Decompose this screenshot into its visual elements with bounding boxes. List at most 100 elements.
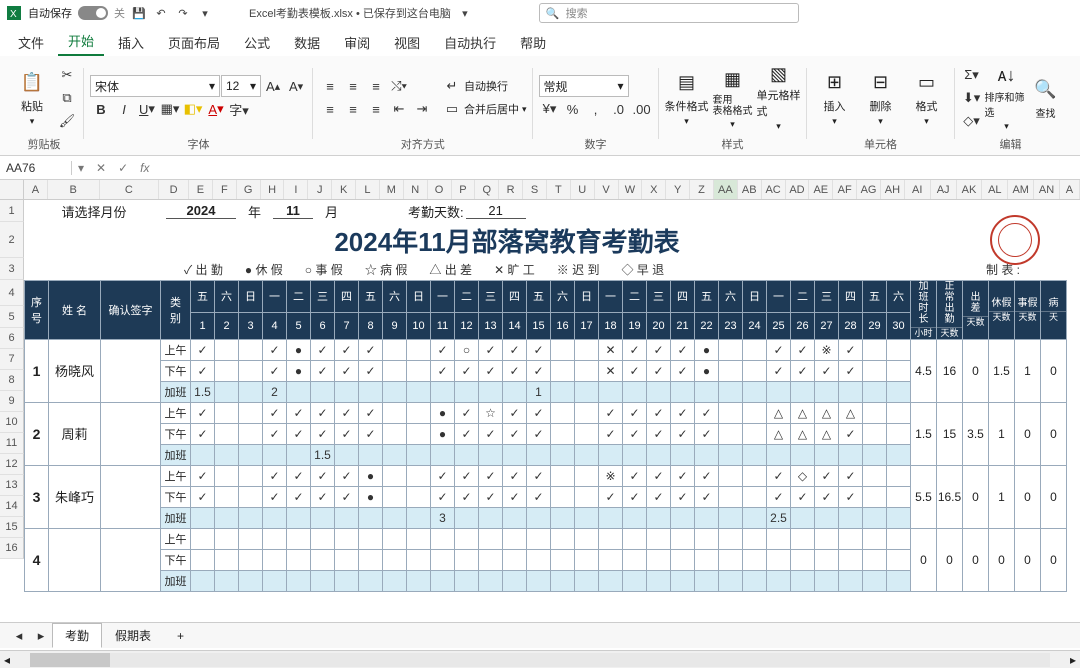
cell[interactable]: ✓	[479, 486, 503, 507]
cell[interactable]	[815, 381, 839, 402]
cell[interactable]	[551, 423, 575, 444]
cell[interactable]: 3	[431, 507, 455, 528]
cell[interactable]: ✓	[335, 423, 359, 444]
name-box[interactable]: AA76	[0, 161, 72, 175]
col-header[interactable]: E	[189, 180, 213, 199]
cell[interactable]: ✓	[287, 486, 311, 507]
cell[interactable]	[719, 549, 743, 570]
cell[interactable]: ✓	[839, 423, 863, 444]
row-header[interactable]: 4	[0, 280, 24, 306]
undo-icon[interactable]: ↶	[153, 5, 169, 21]
cell[interactable]: ✓	[623, 486, 647, 507]
cell[interactable]	[239, 549, 263, 570]
delete-cells-button[interactable]: ⊟删除▾	[859, 64, 903, 132]
cell[interactable]	[479, 549, 503, 570]
cell[interactable]	[863, 549, 887, 570]
cell[interactable]: ✓	[791, 486, 815, 507]
sheet-nav-next-icon[interactable]: ▸	[30, 625, 52, 647]
col-header[interactable]: S	[523, 180, 547, 199]
col-header[interactable]: C	[100, 180, 160, 199]
tab-插入[interactable]: 插入	[108, 27, 154, 56]
cell[interactable]	[503, 507, 527, 528]
cell[interactable]	[887, 339, 911, 360]
cell[interactable]: ※	[815, 339, 839, 360]
font-color-button[interactable]: A▾	[205, 98, 227, 120]
tab-视图[interactable]: 视图	[384, 27, 430, 56]
cell[interactable]	[719, 381, 743, 402]
cell[interactable]: ✓	[335, 339, 359, 360]
cell[interactable]: ●	[695, 360, 719, 381]
col-header[interactable]: K	[332, 180, 356, 199]
align-middle-icon[interactable]: ≡	[342, 75, 364, 97]
cell[interactable]	[551, 465, 575, 486]
copy-icon[interactable]: ⧉	[56, 87, 78, 109]
cell[interactable]	[215, 528, 239, 549]
cell[interactable]	[407, 486, 431, 507]
cell[interactable]	[407, 465, 431, 486]
cell[interactable]	[215, 486, 239, 507]
cell-sum[interactable]: 16.5	[937, 465, 963, 528]
cell-sum[interactable]: 3.5	[963, 402, 989, 465]
col-header[interactable]: AB	[738, 180, 762, 199]
cell[interactable]	[863, 570, 887, 591]
cell[interactable]: ✓	[527, 465, 551, 486]
orientation-icon[interactable]: ⤭▾	[388, 75, 410, 97]
cell[interactable]: △	[839, 402, 863, 423]
cell[interactable]: ✓	[359, 339, 383, 360]
align-center-icon[interactable]: ≡	[342, 98, 364, 120]
cell[interactable]	[575, 339, 599, 360]
cell[interactable]	[359, 549, 383, 570]
cell[interactable]: ✓	[191, 339, 215, 360]
cell-type[interactable]: 上午	[161, 528, 191, 549]
cell[interactable]	[383, 486, 407, 507]
cell[interactable]	[287, 528, 311, 549]
cell-type[interactable]: 上午	[161, 339, 191, 360]
cell[interactable]	[695, 507, 719, 528]
cell[interactable]: ✓	[311, 486, 335, 507]
cell[interactable]: ✓	[671, 402, 695, 423]
cell[interactable]: ◇	[791, 465, 815, 486]
cell[interactable]	[335, 570, 359, 591]
cell-type[interactable]: 下午	[161, 423, 191, 444]
cell[interactable]	[287, 549, 311, 570]
indent-increase-icon[interactable]: ⇥	[411, 98, 433, 120]
cell-sum[interactable]: 1	[1015, 339, 1041, 402]
cell[interactable]: ✓	[671, 465, 695, 486]
cell[interactable]: ✓	[191, 402, 215, 423]
cell-sign[interactable]	[101, 528, 161, 591]
cell[interactable]: ✓	[455, 402, 479, 423]
cell[interactable]: ✓	[695, 402, 719, 423]
cell[interactable]	[503, 549, 527, 570]
cell[interactable]: ✓	[503, 402, 527, 423]
cell[interactable]	[647, 381, 671, 402]
col-header[interactable]: AF	[833, 180, 857, 199]
cell[interactable]: ✓	[695, 423, 719, 444]
cell[interactable]	[263, 444, 287, 465]
cell[interactable]	[527, 507, 551, 528]
col-header[interactable]: V	[595, 180, 619, 199]
cell[interactable]	[599, 528, 623, 549]
col-header[interactable]: A	[1060, 180, 1080, 199]
cell[interactable]	[215, 507, 239, 528]
cell[interactable]: ✓	[431, 360, 455, 381]
cell[interactable]: ✓	[767, 486, 791, 507]
cell-sum[interactable]: 4.5	[911, 339, 937, 402]
cell[interactable]: ✓	[647, 402, 671, 423]
cell[interactable]	[239, 339, 263, 360]
cell-type[interactable]: 下午	[161, 549, 191, 570]
col-header[interactable]: F	[213, 180, 237, 199]
cell[interactable]: ✓	[311, 402, 335, 423]
cell[interactable]	[887, 423, 911, 444]
italic-button[interactable]: I	[113, 98, 135, 120]
cell-sign[interactable]	[101, 465, 161, 528]
cell[interactable]: ✓	[431, 339, 455, 360]
cell[interactable]: ✓	[263, 465, 287, 486]
col-header[interactable]: AK	[957, 180, 983, 199]
col-header[interactable]: T	[547, 180, 571, 199]
cell[interactable]: ✓	[359, 423, 383, 444]
cell[interactable]: ✓	[335, 402, 359, 423]
cell[interactable]: ✓	[191, 465, 215, 486]
sheet-tab[interactable]: 假期表	[102, 623, 164, 648]
format-painter-icon[interactable]: 🖌	[56, 110, 78, 132]
cell[interactable]	[551, 486, 575, 507]
